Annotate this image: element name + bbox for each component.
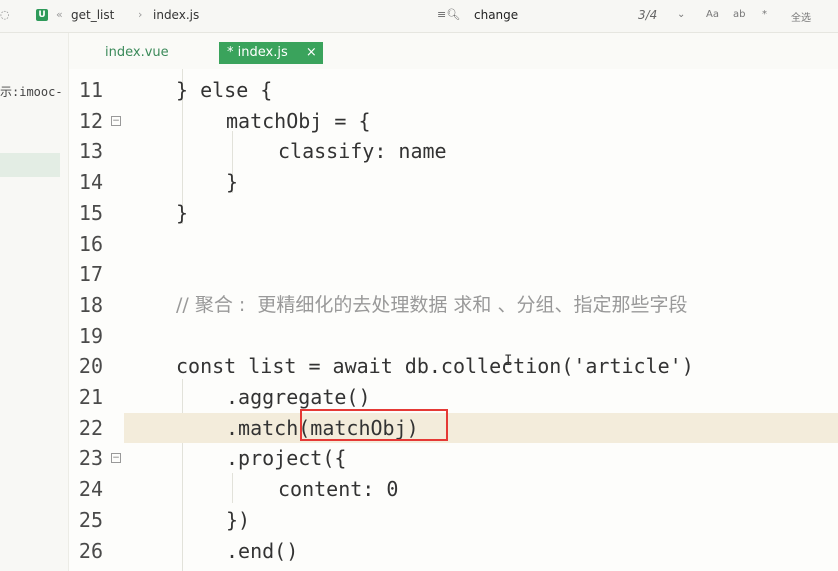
line-number: 13 — [78, 139, 103, 164]
code-text: } — [226, 170, 239, 195]
code-text: } — [176, 200, 189, 225]
code-line[interactable]: 26 .end() — [69, 536, 838, 567]
code-comment: // 聚合 : 更精细化的去处理数据 求和 、分组、指定那些字段 — [176, 293, 688, 316]
line-number: 17 — [78, 262, 103, 287]
search-input[interactable]: change — [474, 8, 518, 22]
text-cursor-icon: I — [504, 353, 513, 369]
code-text: .project({ — [226, 446, 347, 471]
line-number: 25 — [78, 507, 103, 532]
chevrons-left-icon: « — [56, 8, 63, 21]
code-line[interactable]: 20 const list = await db.collection('art… — [69, 351, 838, 382]
fold-toggle-icon[interactable]: − — [111, 115, 121, 126]
code-text: matchObj = { — [226, 108, 371, 133]
sidebar: 示:imooc- — [0, 33, 69, 571]
line-number: 11 — [78, 78, 103, 102]
project-icon[interactable]: U — [36, 9, 48, 21]
code-line[interactable]: 14 } — [69, 167, 838, 198]
code-text: }) — [226, 507, 251, 532]
code-line[interactable]: 24 content: 0 — [69, 474, 838, 505]
search-icon: ≡🔍︎ — [437, 8, 461, 21]
line-number: 14 — [78, 170, 103, 195]
code-line[interactable]: 11 } else { — [69, 75, 838, 106]
select-all-button[interactable]: 全选 — [791, 9, 811, 24]
circle-icon[interactable]: ◌ — [0, 8, 10, 21]
code-text: .end() — [226, 538, 299, 563]
line-number: 19 — [78, 323, 103, 348]
code-editor[interactable]: 11 } else { 12 − matchObj = { 13 classif… — [69, 69, 838, 571]
code-line[interactable]: 17 — [69, 259, 838, 290]
current-line-highlight[interactable]: 22 .match(matchObj) — [79, 412, 838, 444]
line-number: 16 — [78, 231, 103, 256]
sidebar-selected-item[interactable] — [0, 153, 60, 177]
top-bar: ◌ U « get_list › index.js ≡🔍︎ change 3/4… — [0, 0, 838, 33]
breadcrumb-file[interactable]: index.js — [153, 8, 199, 22]
line-number: 24 — [78, 477, 103, 502]
project-label[interactable]: 示:imooc- — [0, 83, 62, 100]
tab-index-vue[interactable]: index.vue — [97, 42, 177, 64]
tab-label: index.vue — [105, 45, 169, 60]
tab-label: * index.js — [227, 45, 288, 60]
match-word-toggle[interactable]: ab — [733, 9, 745, 20]
line-number: 18 — [78, 292, 103, 317]
chevron-right-icon: › — [138, 8, 143, 21]
regex-toggle[interactable]: * — [762, 9, 767, 20]
tab-index-js[interactable]: * index.js × — [219, 42, 323, 64]
code-line[interactable]: 15 } — [69, 198, 838, 229]
code-line[interactable]: 16 — [69, 229, 838, 260]
code-line[interactable]: 21 .aggregate() — [69, 382, 838, 413]
line-number: 15 — [78, 200, 103, 225]
code-line[interactable]: 19 — [69, 321, 838, 352]
code-text: const list = await db.collection('articl… — [176, 354, 694, 379]
code-line[interactable]: 23 − .project({ — [69, 443, 838, 474]
line-number: 21 — [78, 385, 103, 409]
line-number: 26 — [78, 538, 103, 563]
code-line[interactable]: 13 classify: name — [69, 136, 838, 167]
tab-bar: index.vue * index.js × — [69, 33, 838, 69]
highlight-box — [300, 409, 448, 441]
line-number: 20 — [78, 354, 103, 379]
line-number: 12 — [78, 108, 103, 133]
search-match-count: 3/4 — [638, 8, 658, 22]
code-text: classify: name — [278, 139, 447, 164]
line-number: 22 — [78, 415, 103, 440]
fold-toggle-icon[interactable]: − — [111, 453, 121, 464]
code-text: } else { — [176, 78, 273, 102]
code-text: content: 0 — [278, 477, 399, 502]
code-line[interactable]: 18 // 聚合 : 更精细化的去处理数据 求和 、分组、指定那些字段 — [69, 290, 838, 321]
breadcrumb-folder[interactable]: get_list — [71, 8, 114, 22]
close-icon[interactable]: × — [306, 45, 317, 60]
chevron-down-icon[interactable]: ⌄ — [677, 9, 685, 20]
line-number: 23 — [78, 446, 103, 471]
code-line[interactable]: 12 − matchObj = { — [69, 106, 838, 137]
match-case-toggle[interactable]: Aa — [706, 9, 719, 20]
code-line[interactable]: 25 }) — [69, 505, 838, 536]
